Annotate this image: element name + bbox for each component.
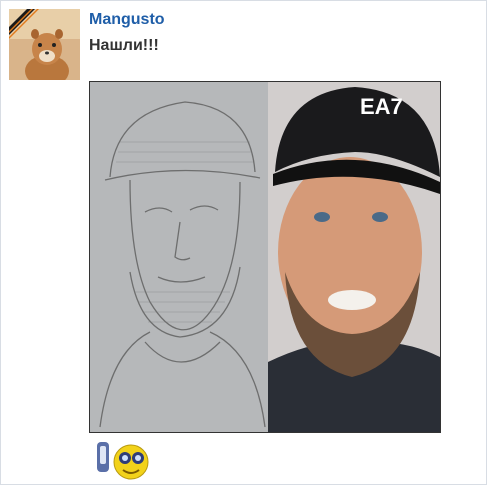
mongoose-avatar-icon (9, 9, 80, 80)
post-image[interactable]: EA7 (89, 81, 441, 433)
binoculars-smiley-icon (93, 434, 159, 484)
post-container: Mangusto Нашли!!! EA7 (0, 0, 487, 485)
user-avatar[interactable] (9, 9, 80, 80)
post-text: Нашли!!! (89, 37, 159, 54)
username-link[interactable]: Mangusto (89, 11, 165, 29)
sketch-vs-photo-image: EA7 (90, 82, 440, 432)
cap-logo-text: EA7 (360, 94, 403, 119)
